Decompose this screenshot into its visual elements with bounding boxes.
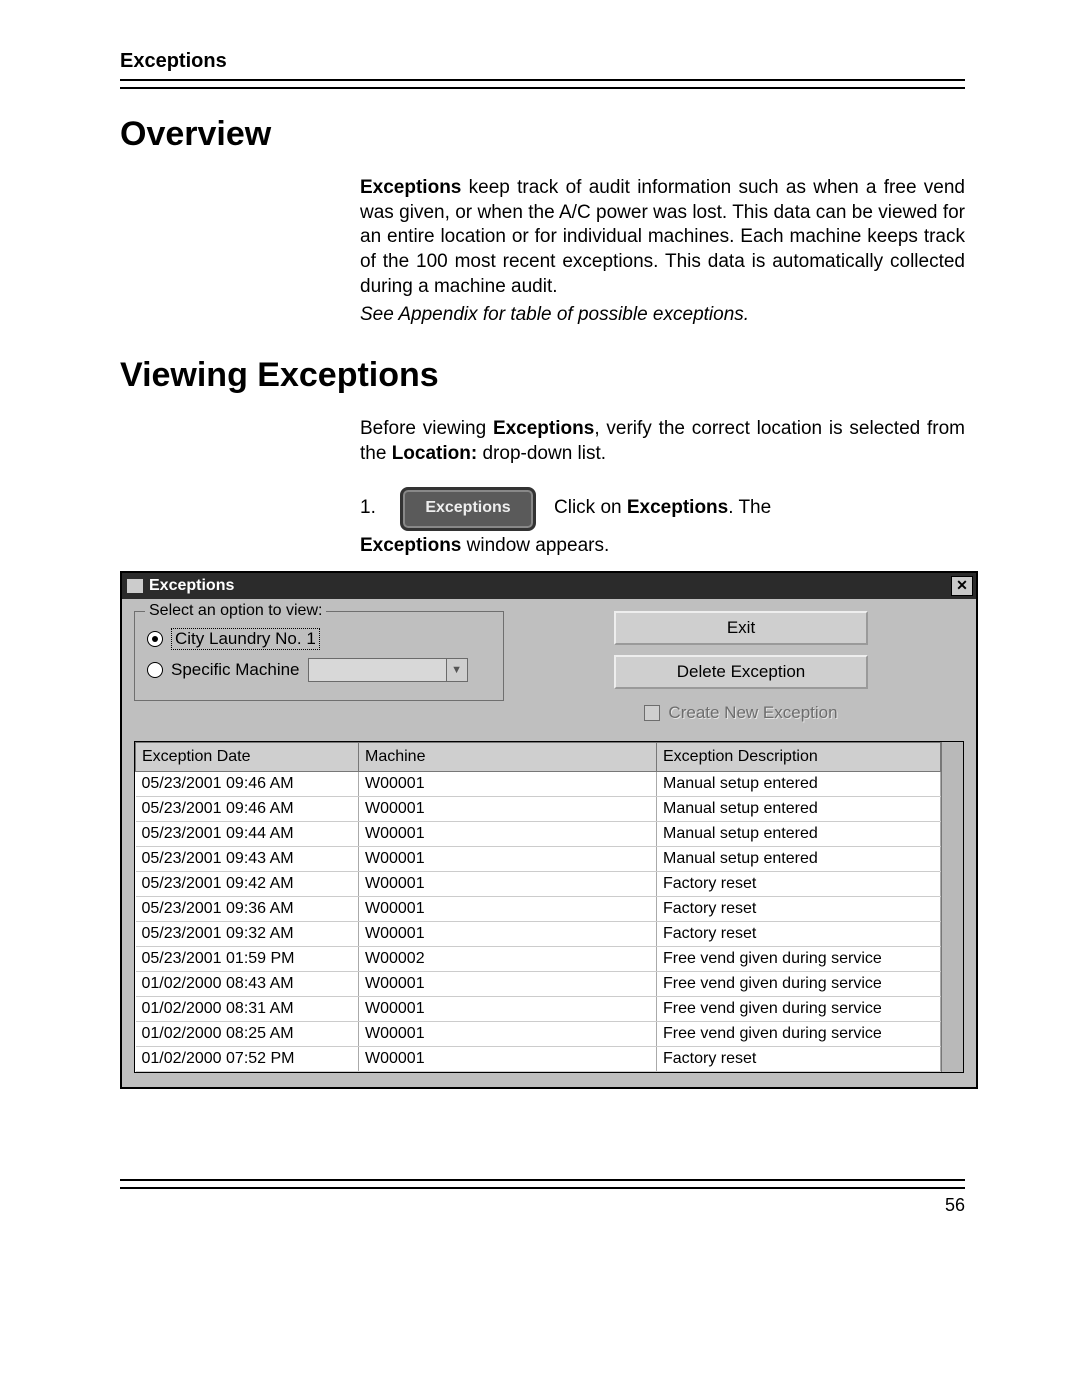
- view-option-group: Select an option to view: City Laundry N…: [134, 611, 504, 701]
- viewing-intro-bold1: Exceptions: [493, 418, 594, 439]
- viewing-intro-post: drop-down list.: [477, 443, 606, 464]
- table-row[interactable]: 05/23/2001 09:32 AMW00001Factory reset: [136, 921, 941, 946]
- table-row[interactable]: 05/23/2001 09:36 AMW00001Factory reset: [136, 896, 941, 921]
- step-line2-bold: Exceptions: [360, 535, 461, 556]
- radio-specific-machine[interactable]: [147, 662, 163, 678]
- table-row[interactable]: 01/02/2000 08:25 AMW00001Free vend given…: [136, 1021, 941, 1046]
- cell-desc: Factory reset: [657, 921, 941, 946]
- cell-date: 05/23/2001 09:46 AM: [136, 796, 359, 821]
- table-row[interactable]: 01/02/2000 08:31 AMW00001Free vend given…: [136, 996, 941, 1021]
- table-row[interactable]: 05/23/2001 09:42 AMW00001Factory reset: [136, 871, 941, 896]
- heading-overview: Overview: [120, 115, 965, 154]
- cell-desc: Free vend given during service: [657, 971, 941, 996]
- machine-combo[interactable]: ▼: [308, 658, 468, 682]
- cell-desc: Free vend given during service: [657, 1021, 941, 1046]
- cell-machine: W00002: [359, 946, 657, 971]
- cell-desc: Factory reset: [657, 896, 941, 921]
- cell-machine: W00001: [359, 796, 657, 821]
- cell-machine: W00001: [359, 1046, 657, 1071]
- dialog-titlebar[interactable]: Exceptions ✕: [122, 573, 976, 599]
- cell-machine: W00001: [359, 996, 657, 1021]
- cell-desc: Manual setup entered: [657, 846, 941, 871]
- exit-button[interactable]: Exit: [614, 611, 868, 645]
- create-new-exception-row: Create New Exception: [644, 703, 837, 723]
- cell-date: 05/23/2001 09:44 AM: [136, 821, 359, 846]
- cell-machine: W00001: [359, 896, 657, 921]
- overview-body: Exceptions keep track of audit informati…: [360, 176, 965, 328]
- cell-desc: Manual setup entered: [657, 821, 941, 846]
- table-row[interactable]: 05/23/2001 09:46 AMW00001Manual setup en…: [136, 771, 941, 796]
- cell-desc: Manual setup entered: [657, 771, 941, 796]
- cell-date: 05/23/2001 09:42 AM: [136, 871, 359, 896]
- table-row[interactable]: 01/02/2000 08:43 AMW00001Free vend given…: [136, 971, 941, 996]
- cell-machine: W00001: [359, 921, 657, 946]
- step-number: 1.: [360, 496, 382, 521]
- cell-date: 05/23/2001 09:43 AM: [136, 846, 359, 871]
- table-row[interactable]: 05/23/2001 09:44 AMW00001Manual setup en…: [136, 821, 941, 846]
- window-icon: [127, 579, 143, 593]
- cell-date: 05/23/2001 09:46 AM: [136, 771, 359, 796]
- cell-date: 01/02/2000 08:25 AM: [136, 1021, 359, 1046]
- exceptions-toolbar-button[interactable]: Exceptions: [400, 487, 536, 531]
- cell-date: 05/23/2001 01:59 PM: [136, 946, 359, 971]
- table-row[interactable]: 01/02/2000 07:52 PMW00001Factory reset: [136, 1046, 941, 1071]
- cell-desc: Free vend given during service: [657, 996, 941, 1021]
- header-rule: [120, 79, 965, 89]
- radio-location[interactable]: [147, 631, 163, 647]
- viewing-body: Before viewing Exceptions, verify the co…: [360, 417, 965, 530]
- table-row[interactable]: 05/23/2001 09:46 AMW00001Manual setup en…: [136, 796, 941, 821]
- cell-desc: Factory reset: [657, 1046, 941, 1071]
- cell-desc: Manual setup entered: [657, 796, 941, 821]
- overview-lead-bold: Exceptions: [360, 177, 461, 198]
- cell-date: 05/23/2001 09:32 AM: [136, 921, 359, 946]
- cell-date: 01/02/2000 08:31 AM: [136, 996, 359, 1021]
- cell-date: 01/02/2000 08:43 AM: [136, 971, 359, 996]
- scrollbar[interactable]: [941, 742, 963, 1072]
- header-section-label: Exceptions: [120, 50, 965, 73]
- exceptions-dialog: Exceptions ✕ Select an option to view: C…: [120, 571, 978, 1089]
- cell-machine: W00001: [359, 846, 657, 871]
- cell-date: 05/23/2001 09:36 AM: [136, 896, 359, 921]
- create-new-exception-checkbox: [644, 705, 660, 721]
- dialog-title: Exceptions: [149, 577, 234, 595]
- chevron-down-icon[interactable]: ▼: [446, 659, 467, 681]
- step-click-post: . The: [728, 497, 771, 518]
- step-click-bold: Exceptions: [627, 497, 728, 518]
- table-row[interactable]: 05/23/2001 09:43 AMW00001Manual setup en…: [136, 846, 941, 871]
- cell-desc: Free vend given during service: [657, 946, 941, 971]
- delete-exception-button[interactable]: Delete Exception: [614, 655, 868, 689]
- cell-machine: W00001: [359, 971, 657, 996]
- step-click-pre: Click on: [554, 497, 627, 518]
- page-number: 56: [120, 1195, 965, 1216]
- overview-appendix-note: See Appendix for table of possible excep…: [360, 303, 965, 328]
- create-new-exception-label: Create New Exception: [668, 703, 837, 723]
- step-line2-post: window appears.: [461, 535, 609, 556]
- cell-desc: Factory reset: [657, 871, 941, 896]
- table-row[interactable]: 05/23/2001 01:59 PMW00002Free vend given…: [136, 946, 941, 971]
- exceptions-table[interactable]: Exception Date Machine Exception Descrip…: [135, 742, 941, 1072]
- radio-location-label: City Laundry No. 1: [171, 628, 320, 650]
- viewing-intro-pre: Before viewing: [360, 418, 493, 439]
- col-header-desc[interactable]: Exception Description: [657, 742, 941, 771]
- cell-date: 01/02/2000 07:52 PM: [136, 1046, 359, 1071]
- group-legend: Select an option to view:: [145, 602, 326, 620]
- col-header-machine[interactable]: Machine: [359, 742, 657, 771]
- cell-machine: W00001: [359, 771, 657, 796]
- footer-rule: [120, 1179, 965, 1189]
- cell-machine: W00001: [359, 1021, 657, 1046]
- exceptions-table-wrap: Exception Date Machine Exception Descrip…: [134, 741, 964, 1073]
- cell-machine: W00001: [359, 871, 657, 896]
- table-header-row: Exception Date Machine Exception Descrip…: [136, 742, 941, 771]
- radio-specific-label: Specific Machine: [171, 660, 300, 680]
- viewing-intro-bold2: Location:: [392, 443, 478, 464]
- cell-machine: W00001: [359, 821, 657, 846]
- col-header-date[interactable]: Exception Date: [136, 742, 359, 771]
- close-icon[interactable]: ✕: [951, 576, 973, 596]
- heading-viewing: Viewing Exceptions: [120, 356, 965, 395]
